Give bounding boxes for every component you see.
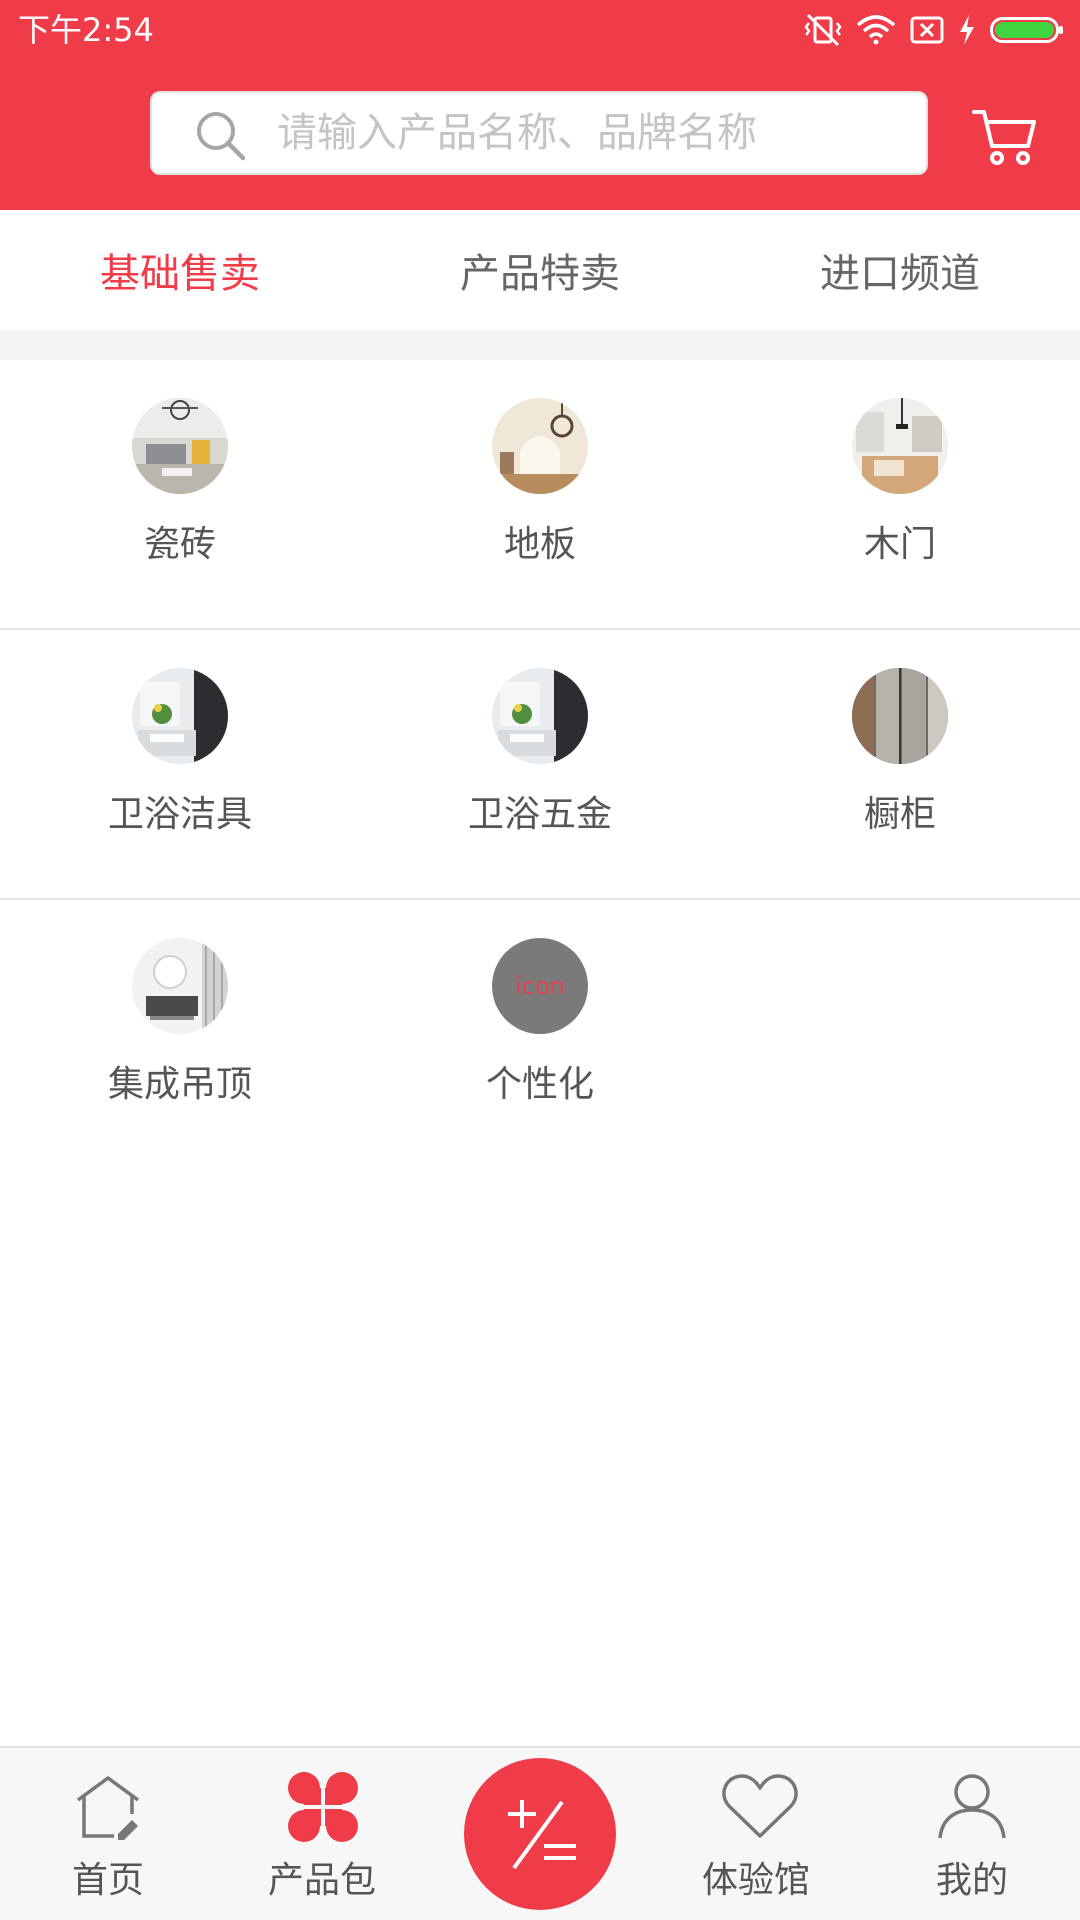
- cart-icon: [972, 110, 1036, 165]
- no-sim-icon: [910, 15, 944, 45]
- nav-label: 首页: [71, 1860, 144, 1901]
- tab-product-special[interactable]: 产品特卖: [360, 210, 720, 330]
- category-label: 个性化: [485, 1064, 594, 1105]
- nav-item-home[interactable]: 首页: [8, 1748, 208, 1920]
- tile-thumbnail: [132, 398, 228, 494]
- section-divider: [0, 330, 1080, 360]
- category-label: 橱柜: [863, 794, 936, 835]
- category-tile-wooden-door[interactable]: 木门: [720, 360, 1080, 628]
- search-input[interactable]: [277, 93, 897, 173]
- category-row: 集成吊顶 icon 个性化: [0, 900, 1080, 1170]
- category-row: 瓷砖 地板 木门: [0, 360, 1080, 630]
- home-icon: [72, 1770, 144, 1846]
- category-row: 卫浴洁具 卫浴五金 橱柜: [0, 630, 1080, 900]
- category-label: 地板: [503, 524, 576, 565]
- nav-item-mine[interactable]: 我的: [872, 1748, 1072, 1920]
- category-tabs: 基础售卖 产品特卖 进口频道: [0, 210, 1080, 330]
- app-header: 下午2:54: [0, 0, 1080, 210]
- placeholder-icon: icon: [492, 938, 588, 1034]
- category-tile-personalized[interactable]: icon 个性化: [360, 900, 720, 1168]
- charging-icon: [958, 14, 976, 46]
- sanitary-ware-thumbnail: [132, 668, 228, 764]
- category-tile-flooring[interactable]: 地板: [360, 360, 720, 628]
- wooden-door-thumbnail: [852, 398, 948, 494]
- bath-hardware-thumbnail: [492, 668, 588, 764]
- category-tile-cabinets[interactable]: 橱柜: [720, 630, 1080, 898]
- tab-import-channel[interactable]: 进口频道: [720, 210, 1080, 330]
- battery-icon: [990, 15, 1064, 45]
- nav-item-product-package[interactable]: 产品包: [222, 1748, 422, 1920]
- cart-button[interactable]: [970, 100, 1040, 170]
- category-label: 木门: [863, 524, 936, 565]
- category-label: 卫浴五金: [467, 794, 612, 835]
- category-label: 卫浴洁具: [107, 794, 252, 835]
- category-tile-tiles[interactable]: 瓷砖: [0, 360, 360, 628]
- nav-item-experience-hall[interactable]: 体验馆: [656, 1748, 856, 1920]
- search-icon: [194, 109, 246, 165]
- flooring-thumbnail: [492, 398, 588, 494]
- category-label: 瓷砖: [143, 524, 216, 565]
- user-icon: [936, 1770, 1008, 1846]
- nav-label: 体验馆: [701, 1860, 810, 1901]
- category-label: 集成吊顶: [107, 1064, 252, 1105]
- heart-icon: [720, 1770, 800, 1846]
- wifi-icon: [856, 15, 896, 45]
- status-time: 下午2:54: [18, 11, 154, 49]
- ceiling-thumbnail: [132, 938, 228, 1034]
- category-tile-ceiling[interactable]: 集成吊顶: [0, 900, 360, 1168]
- nav-label: 产品包: [267, 1860, 376, 1901]
- plus-minus-icon: [508, 1800, 576, 1870]
- category-tile-bath-hardware[interactable]: 卫浴五金: [360, 630, 720, 898]
- search-box[interactable]: [150, 91, 928, 175]
- center-action-button[interactable]: [464, 1758, 616, 1910]
- category-grid: 瓷砖 地板 木门 卫浴洁具 卫浴五金 橱柜 集成吊顶 icon 个性化: [0, 360, 1080, 1170]
- status-bar: 下午2:54: [0, 0, 1080, 60]
- cabinets-thumbnail: [852, 668, 948, 764]
- tab-basic-sale[interactable]: 基础售卖: [0, 210, 360, 330]
- vibrate-off-icon: [804, 13, 842, 47]
- nav-label: 我的: [935, 1860, 1008, 1901]
- category-tile-sanitary-ware[interactable]: 卫浴洁具: [0, 630, 360, 898]
- status-icons: [804, 12, 1064, 48]
- product-package-icon: [286, 1770, 360, 1848]
